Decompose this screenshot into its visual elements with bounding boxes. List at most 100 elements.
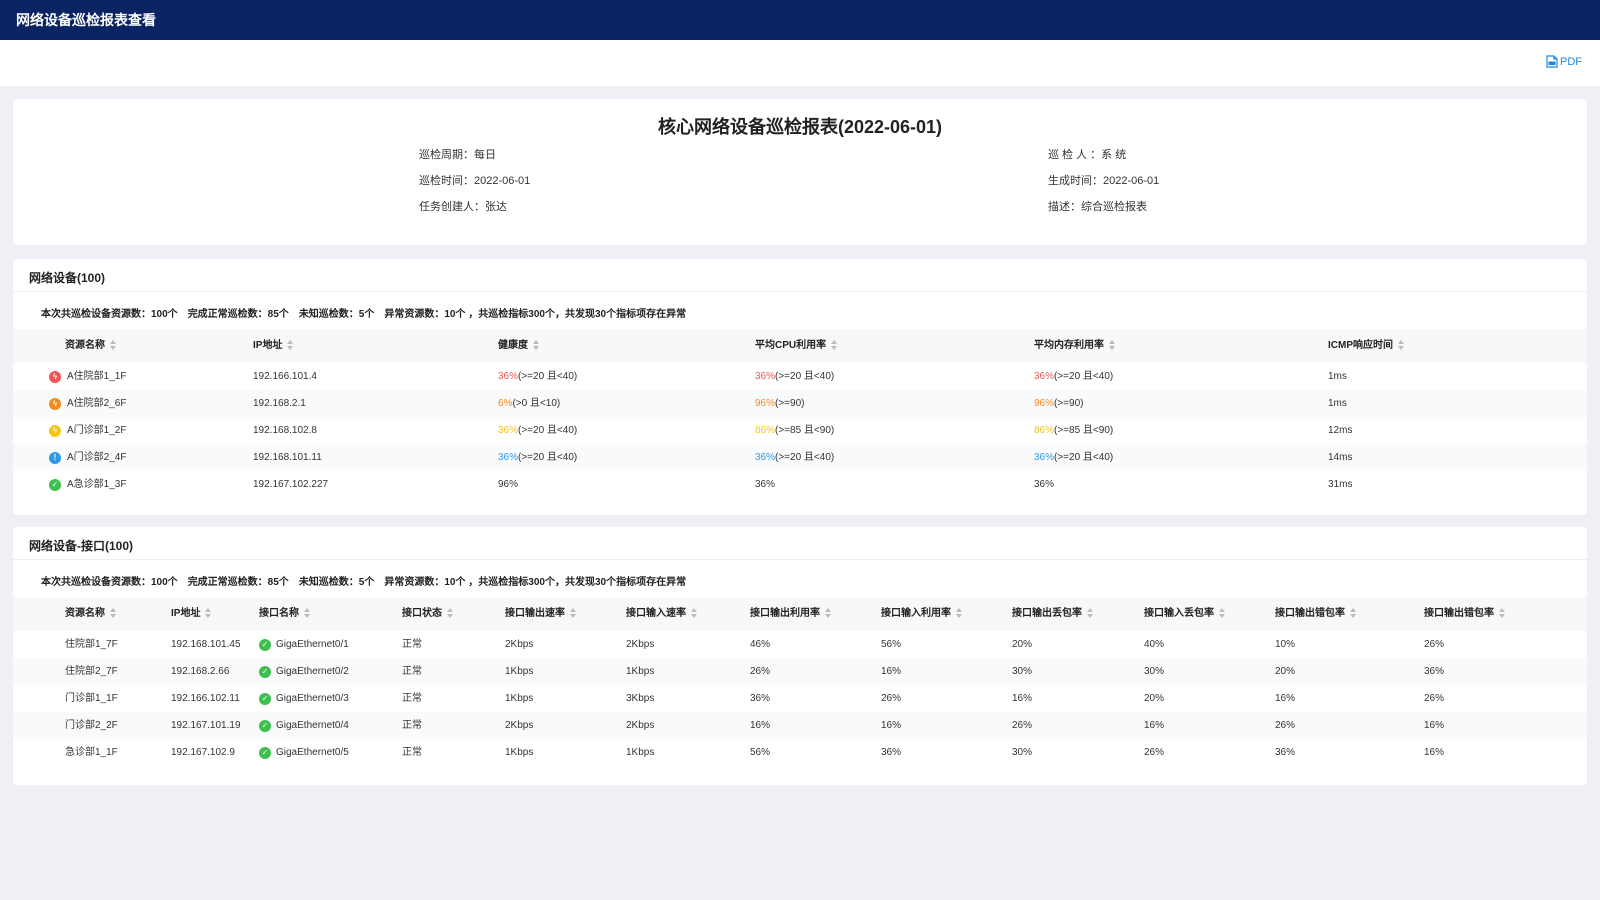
sort-icon[interactable]: [1350, 608, 1356, 619]
column-header[interactable]: 接口输入丢包率: [1144, 597, 1225, 631]
column-header[interactable]: 平均CPU利用率: [755, 329, 838, 363]
interface-name: ✓ GigaEthernet0/1: [259, 631, 349, 658]
resource-name[interactable]: ϟ A住院部1_1F: [49, 363, 126, 390]
sort-icon[interactable]: [205, 608, 212, 619]
column-header[interactable]: ICMP响应时间: [1328, 329, 1404, 363]
resource-name-label: A急诊部1_3F: [67, 479, 127, 490]
table-row[interactable]: 门诊部2_2F 192.167.101.19 ✓ GigaEthernet0/4 正常 2…: [13, 712, 1587, 739]
inspection-summary: 本次共巡检设备资源数：100个 完成正常巡检数：85个 未知巡检数：5个 异常资源数：…: [41, 309, 687, 320]
input-rate-label: 3Kbps: [626, 693, 655, 704]
sort-icon[interactable]: [1499, 608, 1505, 619]
output-rate-label: 2Kbps: [505, 639, 534, 650]
resource-name[interactable]: ϟ A门诊部1_2F: [49, 417, 126, 444]
column-header[interactable]: 接口输入利用率: [881, 597, 962, 631]
input-rate: 1Kbps: [626, 658, 654, 685]
normal-status-icon: ✓: [259, 746, 271, 759]
app-title-bar: 网络设备巡检报表查看: [0, 0, 1600, 40]
table-row[interactable]: 门诊部1_1F 192.166.102.11 ✓ GigaEthernet0/3 正常 1…: [13, 685, 1587, 712]
input-utilization-label: 26%: [881, 693, 902, 704]
column-header[interactable]: 接口输出丢包率: [1012, 597, 1093, 631]
column-header[interactable]: IP地址: [253, 329, 294, 363]
sort-icon[interactable]: [110, 340, 116, 351]
sort-icon[interactable]: [831, 340, 838, 351]
resource-name[interactable]: ϟ A住院部2_6F: [49, 390, 126, 417]
resource-name[interactable]: ! A门诊部2_4F: [49, 444, 126, 471]
column-header[interactable]: 接口输出利用率: [750, 597, 831, 631]
mem-percent: 36%: [1034, 452, 1055, 463]
health-percent: 36%: [498, 371, 519, 382]
column-header[interactable]: 接口输入速率: [626, 597, 697, 631]
resource-name-label: A门诊部1_2F: [67, 425, 127, 436]
interface-name-label: GigaEthernet0/4: [276, 720, 349, 731]
column-header[interactable]: 资源名称: [65, 329, 116, 363]
critical-status-icon: ϟ: [49, 370, 61, 383]
sort-icon[interactable]: [287, 340, 294, 351]
input-utilization-label: 16%: [881, 720, 902, 731]
table-row[interactable]: 住院部1_7F 192.168.101.45 ✓ GigaEthernet0/1 正常 2…: [13, 631, 1587, 658]
column-header[interactable]: IP地址: [171, 597, 212, 631]
resource-name-label: 门诊部1_1F: [65, 693, 118, 704]
icmp-response-time: 1ms: [1328, 398, 1347, 409]
interface-name: ✓ GigaEthernet0/3: [259, 685, 349, 712]
output-rate: 1Kbps: [505, 685, 533, 712]
column-header[interactable]: 接口输出速率: [505, 597, 576, 631]
table-row[interactable]: 急诊部1_1F 192.167.102.9 ✓ GigaEthernet0/5 正常 1K…: [13, 739, 1587, 766]
column-header[interactable]: 接口输出错包率: [1424, 597, 1505, 631]
cpu-threshold: (>=85 且<90): [775, 425, 835, 436]
output-error-rate: 16%: [1424, 739, 1444, 766]
sort-icon[interactable]: [447, 608, 453, 619]
sort-icon[interactable]: [1109, 340, 1115, 351]
input-loss-rate-label: 30%: [1144, 666, 1165, 677]
sort-icon[interactable]: [691, 608, 697, 619]
column-header-label: 接口输出利用率: [750, 608, 820, 619]
column-header[interactable]: 健康度: [498, 329, 539, 363]
table-header: 资源名称 IP地址 接口名称 接口状态 接口输出速率 接口输入速率 接口输出利用率 接口输入利…: [13, 597, 1587, 631]
health-value: 36% (>=20 且<40): [498, 417, 577, 444]
table-row[interactable]: ! A门诊部2_4F 192.168.101.11 36% (>=20 且<40) 36%…: [13, 444, 1587, 471]
sort-icon[interactable]: [1398, 340, 1404, 351]
sort-icon[interactable]: [533, 340, 539, 351]
icmp-response-time: 31ms: [1328, 479, 1353, 490]
column-header[interactable]: 接口状态: [402, 597, 453, 631]
output-error-rate: 26%: [1424, 631, 1444, 658]
column-header-label: IP地址: [253, 340, 283, 351]
mem-value: 36%: [1034, 471, 1054, 498]
table-row[interactable]: ϟ A住院部2_6F 192.168.2.1 6% (>0 且<10) 96% (>=90)…: [13, 390, 1587, 417]
mem-threshold: (>=85 且<90): [1054, 425, 1114, 436]
output-error-rate: 16%: [1275, 685, 1295, 712]
column-header[interactable]: 资源名称: [65, 597, 116, 631]
health-percent: 36%: [498, 452, 519, 463]
sort-icon[interactable]: [825, 608, 831, 619]
sort-icon[interactable]: [1087, 608, 1093, 619]
icmp-response-time: 14ms: [1328, 452, 1353, 463]
sort-icon[interactable]: [956, 608, 962, 619]
output-utilization-label: 36%: [750, 693, 771, 704]
sort-icon[interactable]: [570, 608, 576, 619]
output-loss-rate: 30%: [1012, 739, 1032, 766]
pdf-export-button[interactable]: PDF: [1546, 55, 1582, 68]
column-header[interactable]: 接口输出错包率: [1275, 597, 1356, 631]
column-header[interactable]: 接口名称: [259, 597, 310, 631]
output-error-rate: 10%: [1275, 631, 1295, 658]
mem-value: 36% (>=20 且<40): [1034, 444, 1113, 471]
table-row[interactable]: ϟ A门诊部1_2F 192.168.102.8 36% (>=20 且<40) 86%(…: [13, 417, 1587, 444]
column-header[interactable]: 平均内存利用率: [1034, 329, 1115, 363]
normal-status-icon: ✓: [259, 665, 271, 678]
ip-address: 192.168.2.1: [253, 398, 306, 409]
table-row[interactable]: ✓ A急诊部1_3F 192.167.102.227 96% 36% 36% 31ms: [13, 471, 1587, 498]
input-utilization-label: 36%: [881, 747, 902, 758]
table-row[interactable]: ϟ A住院部1_1F 192.166.101.4 36% (>=20 且<40) 36%(…: [13, 363, 1587, 390]
sort-icon[interactable]: [110, 608, 116, 619]
output-rate: 2Kbps: [505, 631, 533, 658]
output-rate: 2Kbps: [505, 712, 533, 739]
table-row[interactable]: 住院部2_7F 192.168.2.66 ✓ GigaEthernet0/2 正常 1Kb…: [13, 658, 1587, 685]
sort-icon[interactable]: [304, 608, 310, 619]
sort-icon[interactable]: [1219, 608, 1225, 619]
output-loss-rate: 30%: [1012, 658, 1032, 685]
ip-address: 192.168.101.45: [171, 631, 241, 658]
mem-percent: 36%: [1034, 371, 1055, 382]
normal-status-icon: ✓: [259, 719, 271, 732]
cpu-threshold: (>=20 且<40): [775, 452, 835, 463]
resource-name[interactable]: ✓ A急诊部1_3F: [49, 471, 126, 498]
output-utilization-label: 16%: [750, 720, 771, 731]
